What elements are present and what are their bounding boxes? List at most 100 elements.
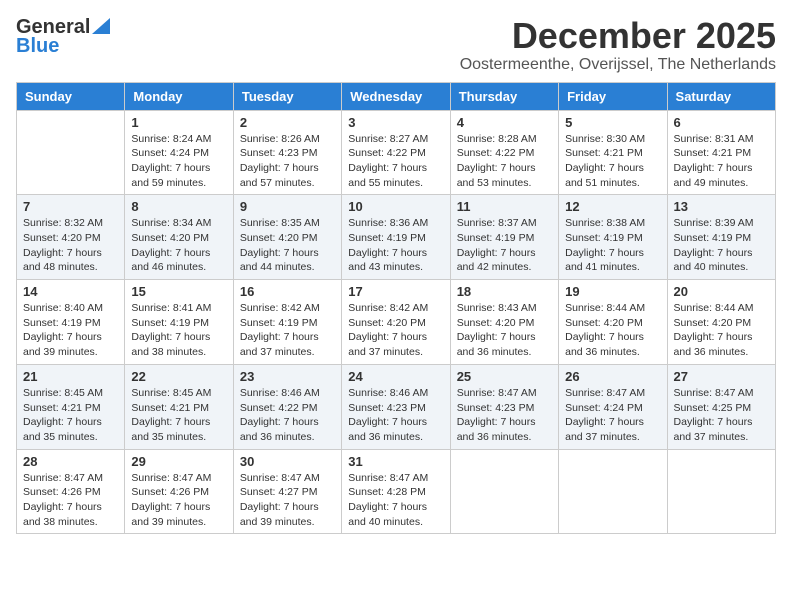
calendar-cell: 5Sunrise: 8:30 AM Sunset: 4:21 PM Daylig… [559,110,667,195]
day-number: 22 [131,369,226,384]
day-number: 14 [23,284,118,299]
day-number: 19 [565,284,660,299]
calendar-cell: 25Sunrise: 8:47 AM Sunset: 4:23 PM Dayli… [450,364,558,449]
day-number: 29 [131,454,226,469]
calendar-cell: 27Sunrise: 8:47 AM Sunset: 4:25 PM Dayli… [667,364,775,449]
day-number: 6 [674,115,769,130]
day-info: Sunrise: 8:47 AM Sunset: 4:28 PM Dayligh… [348,471,443,530]
day-info: Sunrise: 8:43 AM Sunset: 4:20 PM Dayligh… [457,301,552,360]
column-header-monday: Monday [125,82,233,110]
calendar-cell: 14 Sunrise: 8:40 AM Sunset: 4:19 PM Dayli… [17,280,125,365]
calendar-cell: 3 Sunrise: 8:27 AM Sunset: 4:22 PM Daylig… [342,110,450,195]
day-number: 7 [23,199,118,214]
day-number: 25 [457,369,552,384]
day-info: Sunrise: 8:45 AM Sunset: 4:21 PM Dayligh… [131,386,226,445]
day-number: 12 [565,199,660,214]
calendar-cell: 23 Sunrise: 8:46 AM Sunset: 4:22 PM Dayli… [233,364,341,449]
calendar-cell: 18 Sunrise: 8:43 AM Sunset: 4:20 PM Dayli… [450,280,558,365]
calendar-cell: 17 Sunrise: 8:42 AM Sunset: 4:20 PM Dayli… [342,280,450,365]
day-info: Sunrise: 8:46 AM Sunset: 4:23 PM Dayligh… [348,386,443,445]
day-number: 1 [131,115,226,130]
day-number: 2 [240,115,335,130]
calendar-cell: 6 Sunrise: 8:31 AM Sunset: 4:21 PM Daylig… [667,110,775,195]
column-header-sunday: Sunday [17,82,125,110]
day-info: Sunrise: 8:42 AM Sunset: 4:19 PM Dayligh… [240,301,335,360]
day-number: 23 [240,369,335,384]
day-info: Sunrise: 8:34 AM Sunset: 4:20 PM Dayligh… [131,216,226,275]
day-number: 20 [674,284,769,299]
calendar-cell: 26Sunrise: 8:47 AM Sunset: 4:24 PM Dayli… [559,364,667,449]
column-header-tuesday: Tuesday [233,82,341,110]
calendar-cell: 20 Sunrise: 8:44 AM Sunset: 4:20 PM Dayli… [667,280,775,365]
title-section: December 2025 Oostermeenthe, Overijssel,… [460,16,776,74]
day-info: Sunrise: 8:41 AM Sunset: 4:19 PM Dayligh… [131,301,226,360]
logo-icon [92,18,110,34]
day-info: Sunrise: 8:24 AM Sunset: 4:24 PM Dayligh… [131,132,226,191]
day-info: Sunrise: 8:44 AM Sunset: 4:20 PM Dayligh… [565,301,660,360]
calendar-cell [450,449,558,534]
calendar-cell: 8Sunrise: 8:34 AM Sunset: 4:20 PM Daylig… [125,195,233,280]
calendar-cell: 22 Sunrise: 8:45 AM Sunset: 4:21 PM Dayli… [125,364,233,449]
day-info: Sunrise: 8:27 AM Sunset: 4:22 PM Dayligh… [348,132,443,191]
day-number: 30 [240,454,335,469]
page-header: General Blue December 2025 Oostermeenthe… [16,16,776,74]
day-info: Sunrise: 8:45 AM Sunset: 4:21 PM Dayligh… [23,386,118,445]
calendar-week-row: 28 Sunrise: 8:47 AM Sunset: 4:26 PM Dayli… [17,449,776,534]
day-number: 4 [457,115,552,130]
day-info: Sunrise: 8:47 AM Sunset: 4:26 PM Dayligh… [131,471,226,530]
calendar-cell: 4 Sunrise: 8:28 AM Sunset: 4:22 PM Daylig… [450,110,558,195]
day-info: Sunrise: 8:28 AM Sunset: 4:22 PM Dayligh… [457,132,552,191]
day-info: Sunrise: 8:32 AM Sunset: 4:20 PM Dayligh… [23,216,118,275]
day-info: Sunrise: 8:35 AM Sunset: 4:20 PM Dayligh… [240,216,335,275]
calendar-week-row: 1 Sunrise: 8:24 AM Sunset: 4:24 PM Daylig… [17,110,776,195]
day-number: 3 [348,115,443,130]
day-info: Sunrise: 8:38 AM Sunset: 4:19 PM Dayligh… [565,216,660,275]
calendar-table: SundayMondayTuesdayWednesdayThursdayFrid… [16,82,776,535]
calendar-week-row: 21 Sunrise: 8:45 AM Sunset: 4:21 PM Dayli… [17,364,776,449]
calendar-cell: 2Sunrise: 8:26 AM Sunset: 4:23 PM Daylig… [233,110,341,195]
calendar-cell: 15 Sunrise: 8:41 AM Sunset: 4:19 PM Dayli… [125,280,233,365]
calendar-cell: 28 Sunrise: 8:47 AM Sunset: 4:26 PM Dayli… [17,449,125,534]
day-number: 17 [348,284,443,299]
calendar-cell [667,449,775,534]
day-number: 15 [131,284,226,299]
calendar-cell: 10Sunrise: 8:36 AM Sunset: 4:19 PM Dayli… [342,195,450,280]
day-info: Sunrise: 8:42 AM Sunset: 4:20 PM Dayligh… [348,301,443,360]
calendar-cell: 29 Sunrise: 8:47 AM Sunset: 4:26 PM Dayli… [125,449,233,534]
day-info: Sunrise: 8:47 AM Sunset: 4:26 PM Dayligh… [23,471,118,530]
day-number: 28 [23,454,118,469]
calendar-cell [17,110,125,195]
logo: General Blue [16,16,110,58]
calendar-cell: 11Sunrise: 8:37 AM Sunset: 4:19 PM Dayli… [450,195,558,280]
logo-blue-text: Blue [16,35,59,58]
calendar-cell: 19 Sunrise: 8:44 AM Sunset: 4:20 PM Dayli… [559,280,667,365]
location-subtitle: Oostermeenthe, Overijssel, The Netherlan… [460,56,776,74]
day-number: 9 [240,199,335,214]
calendar-cell: 16 Sunrise: 8:42 AM Sunset: 4:19 PM Dayli… [233,280,341,365]
day-number: 16 [240,284,335,299]
day-info: Sunrise: 8:40 AM Sunset: 4:19 PM Dayligh… [23,301,118,360]
calendar-cell: 9 Sunrise: 8:35 AM Sunset: 4:20 PM Daylig… [233,195,341,280]
day-number: 21 [23,369,118,384]
day-info: Sunrise: 8:44 AM Sunset: 4:20 PM Dayligh… [674,301,769,360]
calendar-cell: 1 Sunrise: 8:24 AM Sunset: 4:24 PM Daylig… [125,110,233,195]
day-info: Sunrise: 8:47 AM Sunset: 4:27 PM Dayligh… [240,471,335,530]
calendar-cell: 7 Sunrise: 8:32 AM Sunset: 4:20 PM Daylig… [17,195,125,280]
day-info: Sunrise: 8:46 AM Sunset: 4:22 PM Dayligh… [240,386,335,445]
calendar-header-row: SundayMondayTuesdayWednesdayThursdayFrid… [17,82,776,110]
column-header-saturday: Saturday [667,82,775,110]
calendar-cell: 31Sunrise: 8:47 AM Sunset: 4:28 PM Dayli… [342,449,450,534]
day-number: 10 [348,199,443,214]
day-number: 24 [348,369,443,384]
day-number: 11 [457,199,552,214]
day-info: Sunrise: 8:30 AM Sunset: 4:21 PM Dayligh… [565,132,660,191]
day-number: 27 [674,369,769,384]
calendar-cell: 30 Sunrise: 8:47 AM Sunset: 4:27 PM Dayli… [233,449,341,534]
day-number: 18 [457,284,552,299]
day-info: Sunrise: 8:31 AM Sunset: 4:21 PM Dayligh… [674,132,769,191]
calendar-cell: 12 Sunrise: 8:38 AM Sunset: 4:19 PM Dayli… [559,195,667,280]
calendar-week-row: 14 Sunrise: 8:40 AM Sunset: 4:19 PM Dayli… [17,280,776,365]
calendar-cell [559,449,667,534]
calendar-cell: 13Sunrise: 8:39 AM Sunset: 4:19 PM Dayli… [667,195,775,280]
month-title: December 2025 [460,16,776,56]
